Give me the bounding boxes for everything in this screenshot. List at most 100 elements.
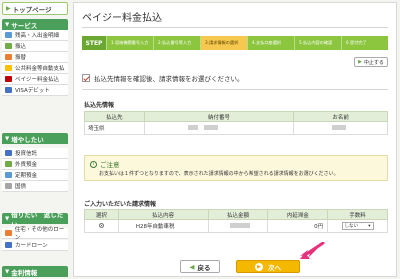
payeasy-icon (5, 76, 12, 82)
sidebar-item-utility[interactable]: 公共料金等自動支払 (2, 63, 68, 74)
sidebar-section-services[interactable]: ▼ サービス (2, 19, 68, 30)
column-header: 払込金額 (207, 209, 269, 220)
redacted-block (229, 223, 250, 228)
fee-select-value: しない (344, 224, 359, 229)
column-header: 納付番号 (143, 111, 295, 122)
sidebar-item-exchange[interactable]: 振替 (2, 52, 68, 63)
redacted-block (332, 125, 347, 130)
notice-box: i ご注意 お支払いは１件ずつとなりますので、表示された請求情報の中から希望され… (84, 155, 388, 181)
sidebar-item-fund[interactable]: 投資信託 (2, 148, 68, 159)
top-page-button[interactable]: ▶ トップページ (2, 2, 68, 15)
step-3-active: 3.請求情報の選択 (200, 36, 247, 50)
notice-title: i ご注意 (90, 159, 120, 169)
back-label: 戻る (197, 263, 211, 272)
sidebar-item-bond[interactable]: 国債 (2, 181, 68, 192)
chevron-down-icon: ▾ (368, 223, 371, 229)
customer-name-cell (293, 121, 388, 135)
cancel-button[interactable]: ▶ 中止する (354, 57, 388, 67)
select-radio[interactable] (98, 222, 104, 228)
sidebar-item-label: 振込 (15, 44, 27, 50)
bond-icon (5, 183, 12, 189)
deposit-icon (5, 172, 12, 178)
info-icon: i (90, 160, 97, 168)
chevron-down-icon: ▼ (5, 268, 10, 275)
house-icon (5, 230, 12, 236)
back-button[interactable]: ◀ 戻る (180, 260, 220, 273)
sidebar-item-label: 投資信託 (15, 151, 38, 157)
column-header: 払込先 (84, 111, 145, 122)
billing-table: 選択 払込内容 払込金額 内延滞金 手数料 H28年自動車税 0円 しない ▾ (84, 209, 388, 233)
sidebar-item-visa-debit[interactable]: VISAデビット (2, 85, 68, 96)
top-page-label: トップページ (12, 5, 52, 14)
utility-icon (5, 65, 12, 71)
sidebar-item-label: 定期預金 (15, 173, 38, 179)
redacted-block (203, 125, 218, 130)
next-button[interactable]: ▶ 次へ (236, 260, 300, 273)
divider (82, 89, 388, 90)
transfer-icon (5, 43, 12, 49)
sidebar-item-time-deposit[interactable]: 定期預金 (2, 170, 68, 181)
sidebar-item-label: 公共料金等自動支払 (15, 66, 65, 72)
sidebar-item-label: 国債 (15, 184, 27, 190)
sidebar-item-label: 残高・入出金明細 (15, 33, 60, 39)
table-row: 埼玉県 (84, 121, 388, 135)
sidebar-item-forex[interactable]: 外貨預金 (2, 159, 68, 170)
chevron-down-icon: ▼ (5, 21, 10, 28)
sidebar-item-label: ペイジー料金払込 (15, 77, 60, 83)
payee-name-cell: 埼玉県 (84, 121, 145, 135)
payee-table: 払込先 納付番号 お名前 埼玉県 (84, 111, 388, 135)
chevron-down-icon: ▼ (5, 135, 10, 142)
arrow-left-icon: ◀ (189, 262, 195, 271)
table-header-row: 選択 払込内容 払込金額 内延滞金 手数料 (84, 209, 388, 220)
step-indicator: STEP 1.収納機関番号入力 2.払込番号等入力 3.請求情報の選択 4.支払… (82, 36, 388, 50)
sidebar: ▶ トップページ ▼ サービス 残高・入出金明細 振込 振替 公共料金等自動支払… (0, 0, 70, 279)
redacted-block (187, 125, 198, 130)
sidebar-item-transfer[interactable]: 振込 (2, 41, 68, 52)
billing-section-title: ご入力いただいた請求情報 (84, 201, 157, 208)
billing-content-cell: H28年自動車税 (117, 219, 209, 233)
fee-select[interactable]: しない ▾ (341, 222, 374, 230)
confirm-message: 払込先情報を確認後、請求情報をお選びください。 (82, 73, 244, 83)
next-label: 次へ (268, 263, 281, 272)
sidebar-section-title: 金利情報 (11, 268, 38, 277)
checkmark-icon (82, 74, 90, 82)
arrow-right-icon: ▶ (6, 5, 11, 12)
page-title: ペイジー料金払込 (82, 13, 162, 24)
step-5: 5.払込内容の確認 (294, 36, 341, 50)
table-header-row: 払込先 納付番号 お名前 (84, 111, 388, 122)
pointer-arrow-icon (300, 242, 325, 259)
sidebar-item-card-loan[interactable]: カードローン (2, 240, 68, 251)
sidebar-section-title: サービス (11, 21, 38, 30)
card-icon (5, 87, 12, 93)
sidebar-section-loans[interactable]: ▼ 借りたい 返したい (2, 211, 68, 229)
column-header: 手数料 (327, 209, 388, 220)
payee-section-title: 払込先情報 (84, 102, 115, 109)
sidebar-item-housing-loan[interactable]: 住宅・その他のローン (2, 227, 68, 241)
sidebar-section-grow[interactable]: ▼ 増やしたい (2, 133, 68, 144)
column-header: 払込内容 (117, 209, 209, 220)
column-header: 選択 (84, 209, 119, 220)
sidebar-item-balance[interactable]: 残高・入出金明細 (2, 30, 68, 41)
chevron-down-icon: ▼ (5, 215, 10, 222)
cancel-label: 中止する (363, 59, 384, 66)
column-header: お名前 (293, 111, 388, 122)
sidebar-item-label: 振替 (15, 55, 27, 61)
divider (82, 27, 388, 28)
sidebar-item-label: 外貨預金 (15, 162, 38, 168)
sidebar-item-label: 住宅・その他のローン (14, 227, 65, 241)
fund-icon (5, 150, 12, 156)
arrow-right-icon: ▶ (358, 59, 362, 65)
notice-title-text: ご注意 (100, 161, 120, 169)
sidebar-section-title: 増やしたい (11, 135, 44, 144)
confirm-text: 払込先情報を確認後、請求情報をお選びください。 (94, 75, 244, 83)
sidebar-item-payeasy[interactable]: ペイジー料金払込 (2, 74, 68, 85)
forex-icon (5, 161, 12, 167)
select-cell (84, 219, 119, 233)
step-4: 4.支払口座選択 (247, 36, 294, 50)
sidebar-section-rates[interactable]: ▼ 金利情報 (2, 266, 68, 277)
sidebar-item-label: VISAデビット (15, 88, 50, 94)
passbook-icon (5, 32, 12, 38)
step-1: 1.収納機関番号入力 (106, 36, 153, 50)
penalty-cell: 0円 (267, 219, 329, 233)
step-label: STEP (82, 36, 106, 50)
